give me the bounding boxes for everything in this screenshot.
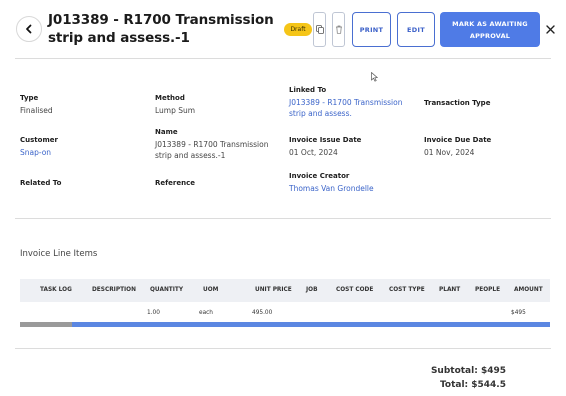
close-button[interactable] <box>544 22 556 36</box>
type-field: Type Finalised <box>20 94 140 116</box>
horizontal-scrollbar[interactable] <box>20 322 550 327</box>
column-header-description[interactable]: DESCRIPTION <box>92 287 136 293</box>
column-header-amount[interactable]: AMOUNT <box>514 287 543 293</box>
cell-quantity: 1.00 <box>147 310 160 316</box>
status-badge: Draft <box>284 23 312 36</box>
method-value: Lump Sum <box>155 106 196 115</box>
related-to-label: Related To <box>20 179 62 187</box>
column-header-cost-type[interactable]: COST TYPE <box>389 287 425 293</box>
column-header-task-log[interactable]: TASK LOG <box>40 287 72 293</box>
related-to-field: Related To <box>20 179 140 190</box>
due-date-label: Invoice Due Date <box>424 136 492 144</box>
trash-icon <box>335 25 342 34</box>
column-header-plant[interactable]: PLANT <box>439 287 460 293</box>
delete-button[interactable] <box>332 12 345 47</box>
linked-to-field: Linked To J013389 - R1700 Transmission s… <box>289 86 417 119</box>
print-button[interactable]: PRINT <box>352 12 391 47</box>
transaction-type-field: Transaction Type <box>424 99 544 110</box>
creator-label: Invoice Creator <box>289 172 350 180</box>
type-value: Finalised <box>20 106 53 115</box>
close-icon <box>545 24 555 34</box>
name-value: J013389 - R1700 Transmission strip and a… <box>155 140 269 160</box>
back-button[interactable] <box>16 16 42 42</box>
mouse-cursor-icon <box>371 72 378 82</box>
reference-label: Reference <box>155 179 196 187</box>
issue-date-label: Invoice Issue Date <box>289 136 362 144</box>
linked-to-link[interactable]: J013389 - R1700 Transmission strip and a… <box>289 97 417 119</box>
customer-link[interactable]: Snap-on <box>20 147 140 158</box>
reference-field: Reference <box>155 179 280 190</box>
issue-date-value: 01 Oct, 2024 <box>289 148 338 157</box>
name-label: Name <box>155 128 178 136</box>
column-header-unit-price[interactable]: UNIT PRICE <box>255 287 292 293</box>
totals-divider <box>15 348 551 349</box>
name-field: Name J013389 - R1700 Transmission strip … <box>155 128 283 161</box>
transaction-type-label: Transaction Type <box>424 99 491 107</box>
column-header-uom[interactable]: UOM <box>203 287 218 293</box>
scrollbar-thumb[interactable] <box>20 322 72 327</box>
subtotal-value: Subtotal: $495 <box>430 366 506 376</box>
column-header-people[interactable]: PEOPLE <box>475 287 500 293</box>
linked-to-label: Linked To <box>289 86 327 94</box>
line-items-title: Invoice Line Items <box>20 249 98 259</box>
issue-date-field: Invoice Issue Date 01 Oct, 2024 <box>289 136 414 158</box>
type-label: Type <box>20 94 39 102</box>
creator-link[interactable]: Thomas Van Grondelle <box>289 183 417 194</box>
due-date-field: Invoice Due Date 01 Nov, 2024 <box>424 136 549 158</box>
mark-awaiting-approval-button[interactable]: MARK AS AWAITING APPROVAL <box>440 12 540 47</box>
cell-unit-price: 495.00 <box>252 310 273 316</box>
method-label: Method <box>155 94 185 102</box>
header-divider <box>15 58 551 59</box>
edit-button[interactable]: EDIT <box>397 12 435 47</box>
creator-field: Invoice Creator Thomas Van Grondelle <box>289 172 417 194</box>
details-divider <box>15 218 551 219</box>
copy-icon <box>315 25 324 34</box>
back-arrow-icon <box>26 24 32 34</box>
column-header-quantity[interactable]: QUANTITY <box>150 287 183 293</box>
customer-field: Customer Snap-on <box>20 136 140 158</box>
due-date-value: 01 Nov, 2024 <box>424 148 475 157</box>
method-field: Method Lump Sum <box>155 94 280 116</box>
cell-amount: $495 <box>511 310 526 316</box>
column-header-cost-code[interactable]: COST CODE <box>336 287 373 293</box>
invoice-header: J013389 - R1700 Transmission strip and a… <box>0 0 566 58</box>
column-header-job[interactable]: JOB <box>306 287 318 293</box>
page-title: J013389 - R1700 Transmission strip and a… <box>48 12 274 46</box>
copy-button[interactable] <box>313 12 326 47</box>
total-value: Total: $544.5 <box>439 380 506 390</box>
customer-label: Customer <box>20 136 58 144</box>
cell-uom: each <box>199 310 213 316</box>
